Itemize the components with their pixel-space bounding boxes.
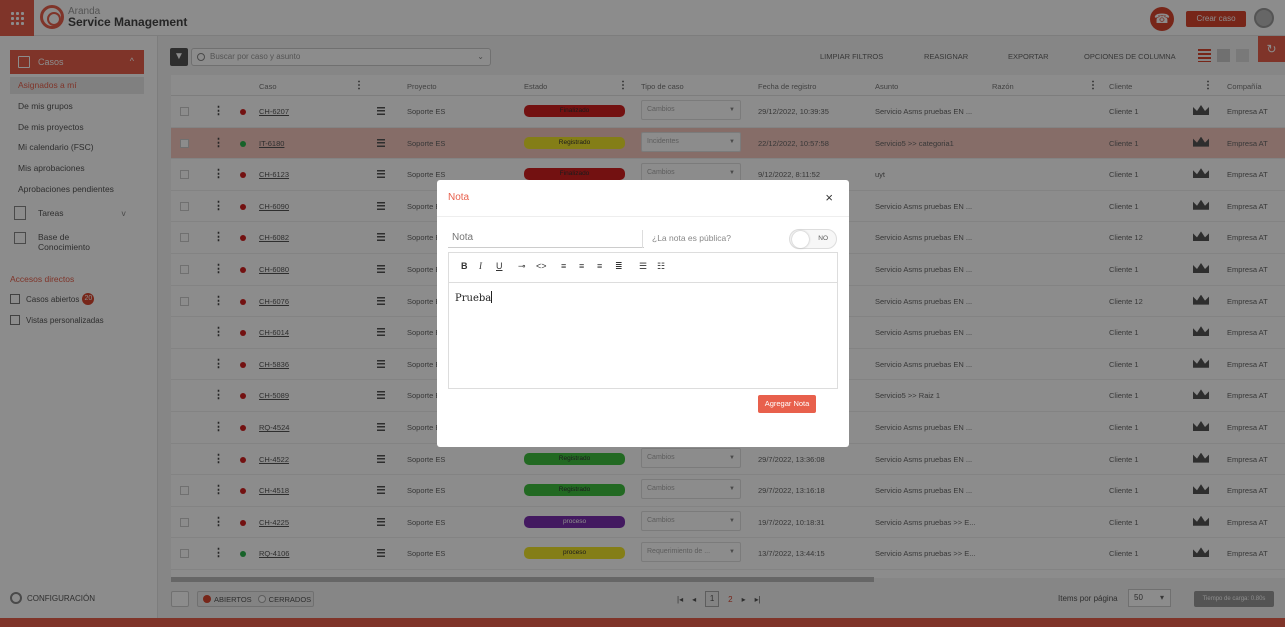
editor-toolbar: B I U ⊸ <> ≡ ≡ ≡ ≣ ☰ ☷	[449, 253, 837, 283]
align-right-icon[interactable]: ≡	[597, 261, 602, 271]
dialog-title: Nota	[448, 192, 470, 203]
rich-text-editor: B I U ⊸ <> ≡ ≡ ≡ ≣ ☰ ☷ Prueba	[448, 252, 838, 389]
divider	[437, 216, 849, 217]
underline-icon[interactable]: U	[496, 261, 503, 271]
note-dialog: Nota × ¿La nota es pública? NO B I U ⊸ <…	[437, 180, 849, 447]
bold-icon[interactable]: B	[461, 261, 468, 271]
link-icon[interactable]: ⊸	[518, 261, 526, 272]
toggle-value: NO	[818, 235, 828, 242]
text-caret	[491, 291, 493, 303]
align-justify-icon[interactable]: ≣	[615, 261, 623, 272]
editor-text: Prueba	[455, 293, 492, 304]
editor-body[interactable]: Prueba	[449, 283, 837, 312]
toggle-knob	[792, 231, 809, 248]
align-left-icon[interactable]: ≡	[561, 261, 566, 271]
public-toggle[interactable]: NO	[789, 229, 837, 249]
align-center-icon[interactable]: ≡	[579, 261, 584, 271]
add-note-button[interactable]: Agregar Nota	[758, 395, 816, 413]
note-title-input[interactable]	[448, 228, 644, 248]
code-icon[interactable]: <>	[536, 261, 547, 271]
ordered-list-icon[interactable]: ☰	[639, 261, 647, 272]
public-question-label: ¿La nota es pública?	[652, 233, 731, 243]
italic-icon[interactable]: I	[479, 261, 482, 271]
bullet-list-icon[interactable]: ☷	[657, 261, 665, 272]
close-icon[interactable]: ×	[825, 190, 833, 205]
divider	[642, 230, 643, 248]
